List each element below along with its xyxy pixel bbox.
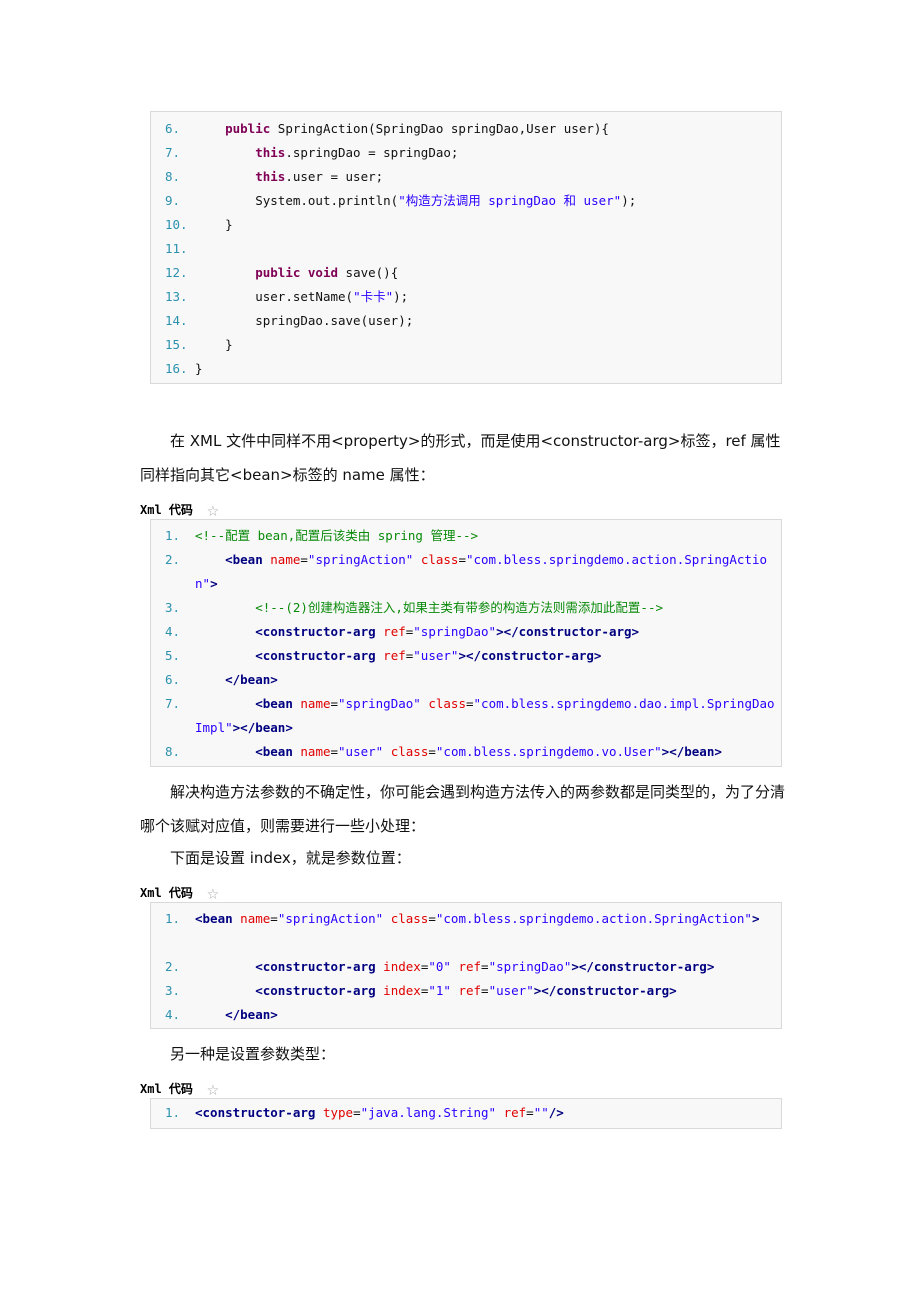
line-number: 1. xyxy=(165,1105,181,1120)
code-text: <bean name="user" class="com.bless.sprin… xyxy=(255,744,722,759)
line-number: 6. xyxy=(165,672,181,687)
code-text: <bean name="springAction" class="com.ble… xyxy=(195,911,760,926)
code-line: 3. <constructor-arg index="1" ref="user"… xyxy=(151,979,781,1003)
code-label-xml-3: Xml 代码 ☆ xyxy=(140,1076,219,1100)
line-number: 1. xyxy=(165,911,181,926)
line-number: 13. xyxy=(165,289,188,304)
xml-code-block-3: 1. <constructor-arg type="java.lang.Strin… xyxy=(150,1098,782,1129)
line-number: 4. xyxy=(165,624,181,639)
code-line: 2. <bean name="springAction" class="com.… xyxy=(151,548,781,596)
code-line: 11. xyxy=(151,237,781,261)
code-text: <!--(2)创建构造器注入,如果主类有带参的构造方法则需添加此配置--> xyxy=(255,600,664,615)
line-number: 11. xyxy=(165,241,188,256)
code-text: } xyxy=(195,337,233,352)
code-text: user.setName("卡卡"); xyxy=(195,289,409,304)
code-label-text: Xml 代码 xyxy=(140,1081,193,1096)
paragraph-uncertainty: 解决构造方法参数的不确定性，你可能会遇到构造方法传入的两参数都是同类型的，为了分… xyxy=(140,783,786,835)
code-label-xml-1: Xml 代码 ☆ xyxy=(140,497,219,521)
line-number: 3. xyxy=(165,600,181,615)
line-number: 2. xyxy=(165,552,181,567)
code-line: 1. <bean name="springAction" class="com.b… xyxy=(151,907,781,955)
line-number: 7. xyxy=(165,145,181,160)
code-line: 6. public SpringAction(SpringDao springD… xyxy=(151,117,781,141)
code-line: 10. } xyxy=(151,213,781,237)
line-number: 3. xyxy=(165,983,181,998)
code-text: <constructor-arg ref="user"></constructo… xyxy=(255,648,602,663)
paragraph-type: 另一种是设置参数类型： xyxy=(140,1045,336,1063)
code-text: <bean name="springAction" class="com.ble… xyxy=(195,552,768,591)
line-number: 12. xyxy=(165,265,188,280)
line-number: 16. xyxy=(165,361,188,376)
code-line: 1. <!--配置 bean,配置后该类由 spring 管理--> xyxy=(151,524,781,548)
star-icon[interactable]: ☆ xyxy=(207,497,219,521)
line-number: 6. xyxy=(165,121,181,136)
line-number: 8. xyxy=(165,169,181,184)
code-text: public void save(){ xyxy=(255,265,399,280)
code-line: 4. <constructor-arg ref="springDao"></co… xyxy=(151,620,781,644)
line-number: 4. xyxy=(165,1007,181,1022)
code-line: 4. </bean> xyxy=(151,1003,781,1027)
xml-code-block-1: 1. <!--配置 bean,配置后该类由 spring 管理--> 2. <bea… xyxy=(150,519,782,767)
code-line: 15. } xyxy=(151,333,781,357)
code-line: 1. <constructor-arg type="java.lang.Strin… xyxy=(151,1101,781,1125)
paragraph-xml-constructor-arg: 在 XML 文件中同样不用<property>的形式，而是使用<construc… xyxy=(140,432,781,484)
code-text: } xyxy=(195,217,233,232)
code-text: </bean> xyxy=(225,1007,278,1022)
code-line: 13. user.setName("卡卡"); xyxy=(151,285,781,309)
code-text: public SpringAction(SpringDao springDao,… xyxy=(225,121,609,136)
code-line: 6. </bean> xyxy=(151,668,781,692)
code-line: 8. <bean name="user" class="com.bless.sp… xyxy=(151,740,781,764)
code-text: <bean name="springDao" class="com.bless.… xyxy=(195,696,775,735)
line-number: 15. xyxy=(165,337,188,352)
code-line: 16.} xyxy=(151,357,781,381)
code-line: 8. this.user = user; xyxy=(151,165,781,189)
code-line: 12. public void save(){ xyxy=(151,261,781,285)
code-text: <constructor-arg ref="springDao"></const… xyxy=(255,624,640,639)
line-number: 1. xyxy=(165,528,181,543)
code-label-text: Xml 代码 xyxy=(140,502,193,517)
line-number: 5. xyxy=(165,648,181,663)
code-line: 9. System.out.println("构造方法调用 springDao … xyxy=(151,189,781,213)
code-text: springDao.save(user); xyxy=(195,313,414,328)
code-label-xml-2: Xml 代码 ☆ xyxy=(140,880,219,904)
code-label-text: Xml 代码 xyxy=(140,885,193,900)
code-line: 3. <!--(2)创建构造器注入,如果主类有带参的构造方法则需添加此配置--> xyxy=(151,596,781,620)
line-number: 8. xyxy=(165,744,181,759)
code-line: 7. <bean name="springDao" class="com.ble… xyxy=(151,692,781,740)
star-icon[interactable]: ☆ xyxy=(207,880,219,904)
line-number: 2. xyxy=(165,959,181,974)
code-text: this.user = user; xyxy=(255,169,384,184)
code-text: System.out.println("构造方法调用 springDao 和 u… xyxy=(195,193,637,208)
java-code-block: 6. public SpringAction(SpringDao springD… xyxy=(150,111,782,384)
code-line: 2. <constructor-arg index="0" ref="sprin… xyxy=(151,955,781,979)
xml-code-block-2: 1. <bean name="springAction" class="com.b… xyxy=(150,902,782,1029)
code-line: 5. <constructor-arg ref="user"></constru… xyxy=(151,644,781,668)
line-number: 14. xyxy=(165,313,188,328)
code-text: <constructor-arg index="1" ref="user"></… xyxy=(255,983,677,998)
code-text: <constructor-arg index="0" ref="springDa… xyxy=(255,959,715,974)
code-line: 7. this.springDao = springDao; xyxy=(151,141,781,165)
code-text: } xyxy=(195,361,203,376)
code-line: 14. springDao.save(user); xyxy=(151,309,781,333)
line-number: 10. xyxy=(165,217,188,232)
code-text: </bean> xyxy=(225,672,278,687)
code-text: this.springDao = springDao; xyxy=(255,145,459,160)
code-text: <constructor-arg type="java.lang.String"… xyxy=(195,1105,564,1120)
paragraph-index: 下面是设置 index，就是参数位置： xyxy=(140,849,411,867)
star-icon[interactable]: ☆ xyxy=(207,1076,219,1100)
line-number: 9. xyxy=(165,193,181,208)
code-text: <!--配置 bean,配置后该类由 spring 管理--> xyxy=(195,528,479,543)
line-number: 7. xyxy=(165,696,181,711)
